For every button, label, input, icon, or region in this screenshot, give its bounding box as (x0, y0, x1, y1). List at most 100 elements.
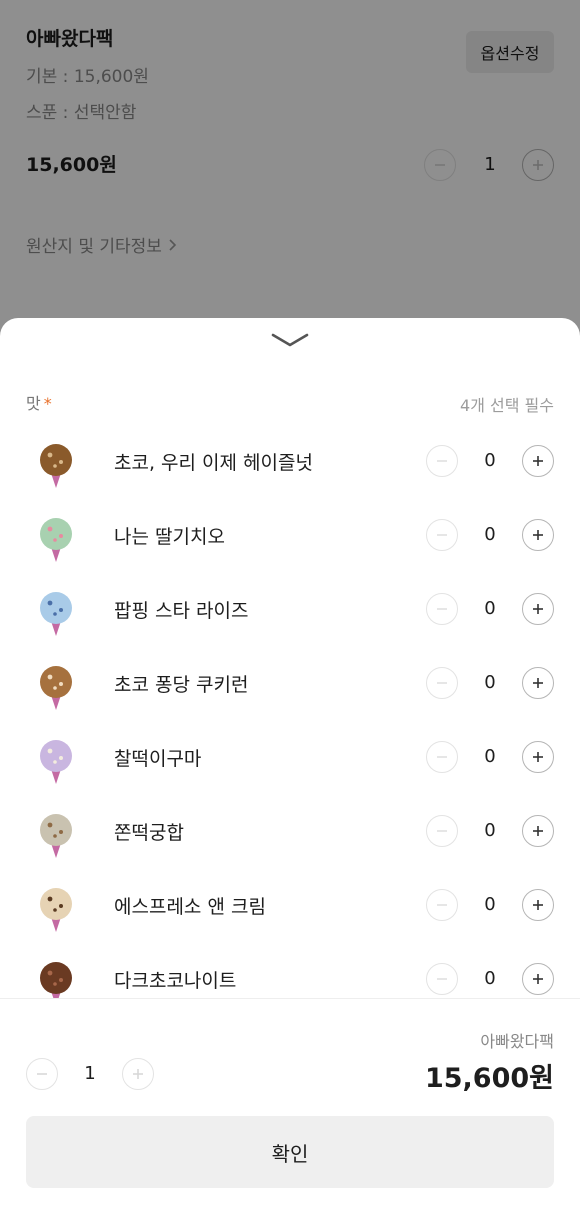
flavor-list[interactable]: 초코, 우리 이제 헤이즐넛 0 나는 딸기치오 0 팝핑 스타 라이즈 0 초… (0, 424, 580, 999)
ice-cream-scoop-icon (40, 592, 72, 636)
increase-button[interactable] (522, 963, 554, 995)
increase-button[interactable] (522, 445, 554, 477)
plus-icon (533, 604, 543, 614)
minus-icon (37, 1073, 47, 1075)
flavor-quantity: 0 (484, 746, 496, 767)
topping-dot (47, 822, 53, 828)
decrease-button[interactable] (26, 1058, 58, 1090)
flavor-quantity: 0 (484, 524, 496, 545)
flavor-name: 에스프레소 앤 크림 (114, 896, 266, 918)
topping-dot (53, 612, 57, 616)
topping-dot (47, 600, 53, 606)
option-bottom-sheet: 맛 * 4개 선택 필수 초코, 우리 이제 헤이즐넛 0 나는 딸기치오 0 … (0, 318, 580, 1205)
scoop-ball (40, 962, 72, 994)
decrease-button[interactable] (426, 445, 458, 477)
flavor-quantity: 0 (484, 598, 496, 619)
topping-dot (53, 464, 57, 468)
scoop-ball (40, 666, 72, 698)
flavor-name: 쫀떡궁합 (114, 822, 184, 844)
ice-cream-scoop-icon (40, 814, 72, 858)
topping-dot (59, 682, 63, 686)
flavor-quantity: 0 (484, 672, 496, 693)
list-item: 쫀떡궁합 0 (0, 794, 580, 868)
topping-dot (59, 756, 63, 760)
increase-button[interactable] (122, 1058, 154, 1090)
topping-dot (53, 908, 57, 912)
topping-dot (53, 538, 57, 542)
topping-dot (47, 970, 53, 976)
list-item: 팝핑 스타 라이즈 0 (0, 572, 580, 646)
scoop-ball (40, 740, 72, 772)
list-item: 다크초코나이트 0 (0, 942, 580, 999)
topping-dot (47, 452, 53, 458)
topping-dot (59, 608, 63, 612)
minus-icon (437, 460, 447, 462)
topping-dot (53, 982, 57, 986)
increase-button[interactable] (522, 667, 554, 699)
topping-dot (59, 978, 63, 982)
summary-total-price: 15,600원 (424, 1063, 554, 1094)
minus-icon (437, 534, 447, 536)
decrease-button[interactable] (426, 889, 458, 921)
list-item: 찰떡이구마 0 (0, 720, 580, 794)
list-item: 에스프레소 앤 크림 0 (0, 868, 580, 942)
topping-dot (47, 896, 53, 902)
chevron-down-icon[interactable] (270, 330, 310, 350)
topping-dot (47, 748, 53, 754)
topping-dot (59, 460, 63, 464)
decrease-button[interactable] (426, 815, 458, 847)
increase-button[interactable] (522, 519, 554, 551)
minus-icon (437, 682, 447, 684)
ice-cream-scoop-icon (40, 888, 72, 932)
flavor-name: 초코, 우리 이제 헤이즐넛 (114, 452, 313, 474)
decrease-button[interactable] (426, 519, 458, 551)
scoop-ball (40, 444, 72, 476)
ice-cream-scoop-icon (40, 740, 72, 784)
flavor-requirement-text: 4개 선택 필수 (460, 396, 554, 415)
flavor-quantity: 0 (484, 450, 496, 471)
scoop-ball (40, 888, 72, 920)
scoop-ball (40, 518, 72, 550)
decrease-button[interactable] (426, 667, 458, 699)
ice-cream-scoop-icon (40, 518, 72, 562)
plus-icon (533, 678, 543, 688)
increase-button[interactable] (522, 593, 554, 625)
plus-icon (533, 826, 543, 836)
topping-dot (47, 526, 53, 532)
topping-dot (53, 760, 57, 764)
plus-icon (533, 456, 543, 466)
decrease-button[interactable] (426, 741, 458, 773)
topping-dot (47, 674, 53, 680)
flavor-quantity: 0 (484, 894, 496, 915)
list-item: 나는 딸기치오 0 (0, 498, 580, 572)
increase-button[interactable] (522, 741, 554, 773)
footer-divider (0, 998, 580, 999)
flavor-quantity: 0 (484, 820, 496, 841)
topping-dot (59, 830, 63, 834)
order-quantity-stepper: 1 (26, 1058, 158, 1092)
minus-icon (437, 756, 447, 758)
list-item: 초코, 우리 이제 헤이즐넛 0 (0, 424, 580, 498)
flavor-name: 찰떡이구마 (114, 748, 202, 770)
minus-icon (437, 904, 447, 906)
topping-dot (53, 686, 57, 690)
decrease-button[interactable] (426, 963, 458, 995)
plus-icon (533, 752, 543, 762)
minus-icon (437, 978, 447, 980)
increase-button[interactable] (522, 889, 554, 921)
plus-icon (533, 900, 543, 910)
flavor-title-label: 맛 (26, 394, 41, 413)
plus-icon (133, 1069, 143, 1079)
minus-icon (437, 608, 447, 610)
plus-icon (533, 974, 543, 984)
topping-dot (59, 904, 63, 908)
topping-dot (53, 834, 57, 838)
flavor-name: 팝핑 스타 라이즈 (114, 600, 249, 622)
minus-icon (437, 830, 447, 832)
ice-cream-scoop-icon (40, 666, 72, 710)
increase-button[interactable] (522, 815, 554, 847)
list-item: 초코 퐁당 쿠키런 0 (0, 646, 580, 720)
confirm-button[interactable]: 확인 (26, 1116, 554, 1188)
decrease-button[interactable] (426, 593, 458, 625)
flavor-name: 다크초코나이트 (114, 970, 237, 992)
